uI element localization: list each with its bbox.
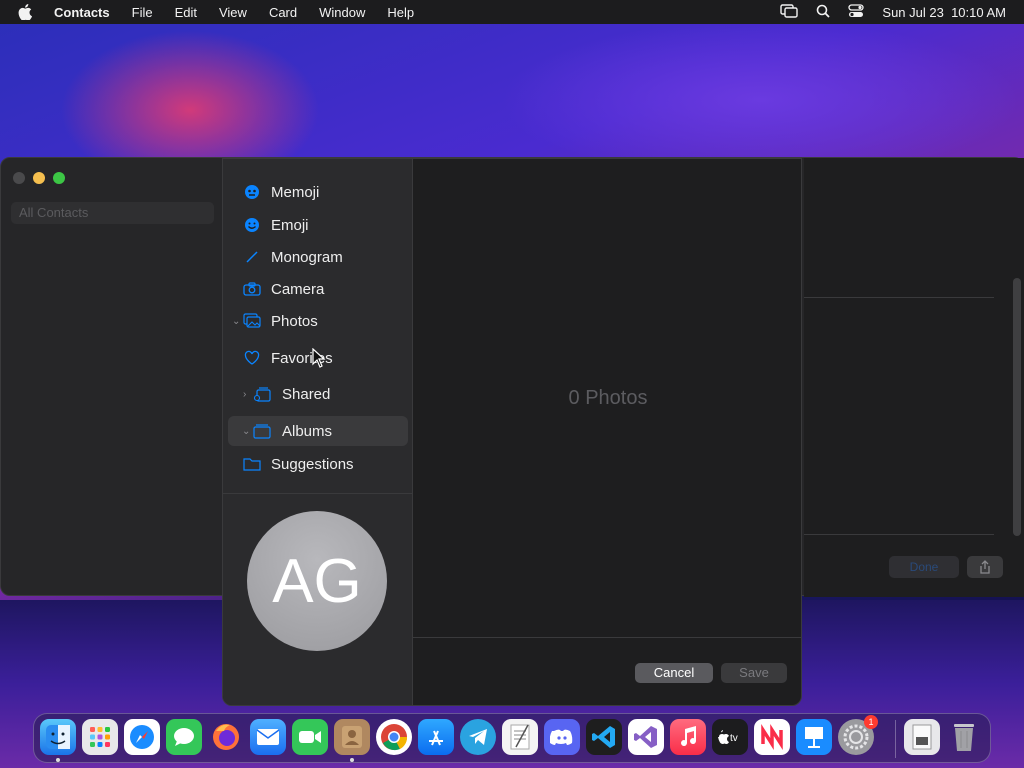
launchpad-icon[interactable] [82,719,118,755]
share-button[interactable] [967,556,1003,578]
firefox-icon[interactable] [208,719,244,755]
menu-help[interactable]: Help [387,5,414,20]
menu-app-name[interactable]: Contacts [54,5,110,20]
sidebar-item-suggestions[interactable]: Suggestions [223,449,413,479]
screen-mirroring-icon[interactable] [780,3,799,21]
divider [413,637,801,638]
dock-separator [895,720,896,758]
finder-icon[interactable] [40,719,76,755]
divider [804,297,994,298]
cancel-button[interactable]: Cancel [635,663,713,683]
mail-icon[interactable] [250,719,286,755]
svg-text:tv: tv [730,733,738,744]
avatar: AG [247,511,387,651]
app-store-icon[interactable] [418,719,454,755]
menu-view[interactable]: View [219,5,247,20]
sidebar-label: Camera [271,280,325,298]
news-icon[interactable] [754,719,790,755]
chrome-icon[interactable] [376,719,412,755]
photos-icon [243,312,261,330]
menu-window[interactable]: Window [319,5,365,20]
sidebar-label: Monogram [271,248,343,266]
divider [223,493,413,494]
facetime-icon[interactable] [292,719,328,755]
vscode-icon[interactable] [586,719,622,755]
safari-icon[interactable] [124,719,160,755]
dock: tv 1 [33,713,991,763]
sidebar-item-camera[interactable]: Camera [223,274,413,304]
heart-icon [243,349,261,367]
trash-icon[interactable] [946,719,982,755]
close-button[interactable] [13,172,25,184]
pencil-icon [243,248,261,266]
shared-album-icon [253,385,271,403]
preview-icon[interactable] [904,719,940,755]
apple-menu-icon[interactable] [18,4,34,20]
albums-icon [253,422,271,440]
discord-icon[interactable] [544,719,580,755]
menu-edit[interactable]: Edit [175,5,197,20]
menu-bar: Contacts File Edit View Card Window Help… [0,0,1024,24]
divider [804,534,994,535]
tv-icon[interactable]: tv [712,719,748,755]
visual-studio-icon[interactable] [628,719,664,755]
music-icon[interactable] [670,719,706,755]
emoji-icon [243,216,261,234]
notification-badge: 1 [864,715,878,729]
zoom-button[interactable] [53,172,65,184]
sidebar-label: Albums [282,422,333,440]
keynote-icon[interactable] [796,719,832,755]
sidebar-item-memoji[interactable]: Memoji [223,177,413,207]
textedit-icon[interactable] [502,719,538,755]
photo-picker-sheet: Memoji Emoji Monogram Camera ⌄ Photos Fa… [222,158,802,706]
sidebar-item-emoji[interactable]: Emoji [223,210,413,240]
menu-card[interactable]: Card [269,5,297,20]
sidebar-item-monogram[interactable]: Monogram [223,242,413,272]
save-button[interactable]: Save [721,663,787,683]
avatar-initials: AG [272,546,362,616]
scrollbar[interactable] [1013,278,1021,536]
control-center-icon[interactable] [848,3,865,21]
chevron-down-icon[interactable]: ⌄ [242,426,250,437]
minimize-button[interactable] [33,172,45,184]
contacts-icon[interactable] [334,719,370,755]
picker-sidebar: Memoji Emoji Monogram Camera ⌄ Photos Fa… [223,159,413,705]
chevron-down-icon[interactable]: ⌄ [232,316,240,327]
done-button[interactable]: Done [889,556,959,578]
sidebar-label: Emoji [271,216,309,234]
memoji-icon [243,183,261,201]
sidebar-item-albums[interactable]: ⌄ Albums [228,416,408,446]
share-icon [980,560,990,574]
menu-clock[interactable]: Sun Jul 23 10:10 AM [882,5,1006,20]
folder-icon [243,455,261,473]
sidebar-item-shared[interactable]: › Shared [223,379,413,409]
running-indicator [56,758,60,762]
system-settings-icon[interactable]: 1 [838,715,878,755]
menu-file[interactable]: File [132,5,153,20]
sidebar-label: Shared [282,385,331,403]
sidebar-label: Memoji [271,183,320,201]
empty-state-message: 0 Photos [568,387,648,409]
contacts-group-all[interactable]: All Contacts [11,202,214,224]
sidebar-label: Photos [271,312,318,330]
wallpaper [500,20,1020,180]
contact-detail-pane [804,158,1024,597]
telegram-icon[interactable] [460,719,496,755]
spotlight-search-icon[interactable] [816,4,831,21]
messages-icon[interactable] [166,719,202,755]
running-indicator [350,758,354,762]
sidebar-item-photos[interactable]: ⌄ Photos [223,306,413,336]
sidebar-label: Suggestions [271,455,354,473]
camera-icon [243,280,261,298]
chevron-right-icon[interactable]: › [243,389,246,400]
mouse-cursor-icon [312,348,326,368]
